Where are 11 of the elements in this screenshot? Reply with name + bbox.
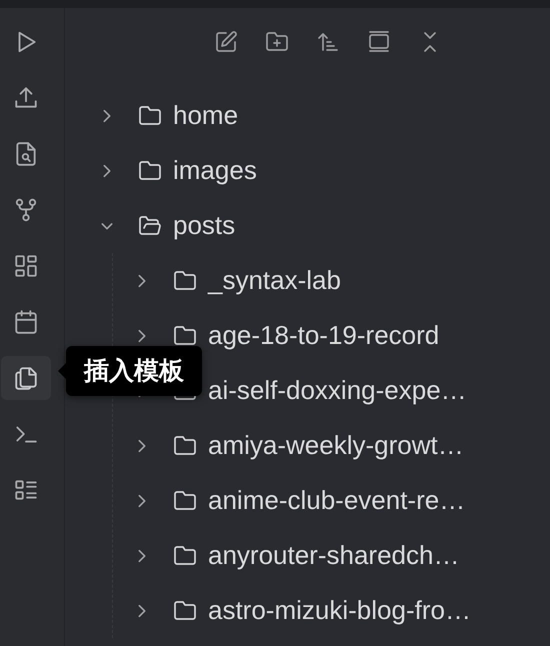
tooltip: 插入模板 <box>66 346 202 396</box>
folder-name[interactable]: ai-self-doxxing-expe… <box>208 371 467 410</box>
folder-name[interactable]: age-18-to-19-record <box>208 316 440 355</box>
folder-name[interactable]: posts <box>173 206 236 245</box>
folder-name[interactable]: anyrouter-sharedch… <box>208 536 460 575</box>
folder-name[interactable]: home <box>173 96 238 135</box>
folder-name[interactable]: astro-mizuki-blog-fro… <box>208 591 471 630</box>
folder-name[interactable]: anime-club-event-re… <box>208 481 466 520</box>
folder-name[interactable]: amiya-weekly-growt… <box>208 426 464 465</box>
folder-name[interactable]: _syntax-lab <box>208 261 341 300</box>
folder-name[interactable]: images <box>173 151 257 190</box>
